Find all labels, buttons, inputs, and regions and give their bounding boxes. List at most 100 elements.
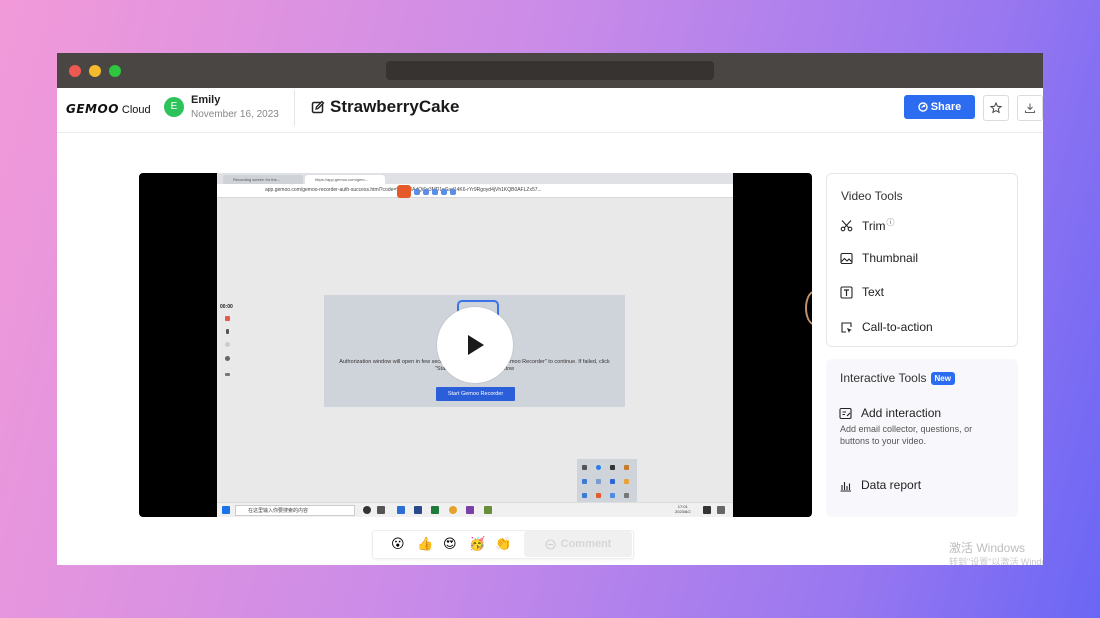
chrome-icon bbox=[449, 506, 457, 514]
play-button[interactable] bbox=[437, 307, 513, 383]
reaction-wow[interactable]: 😮 bbox=[391, 536, 405, 552]
tray-icon bbox=[624, 493, 629, 498]
reaction-clap[interactable]: 👏 bbox=[495, 536, 511, 552]
favorite-button[interactable] bbox=[983, 95, 1009, 121]
tray-icon bbox=[596, 493, 601, 498]
system-tray-popup bbox=[577, 459, 637, 505]
share-label: Share bbox=[930, 101, 962, 113]
extension-icon bbox=[423, 189, 429, 195]
tray-icon bbox=[582, 465, 587, 470]
webcam-icon bbox=[225, 342, 230, 347]
reaction-heart-eyes[interactable]: 😍 bbox=[443, 536, 457, 552]
reaction-party[interactable]: 🥳 bbox=[469, 536, 485, 552]
star-icon bbox=[990, 102, 1002, 114]
recorded-address-bar: app.gemoo.com/gemoo-recorder-auth-succes… bbox=[217, 184, 733, 198]
tool-cta-label: Call-to-action bbox=[862, 320, 933, 334]
share-icon bbox=[918, 102, 928, 112]
scissors-icon bbox=[840, 219, 853, 231]
new-badge: New bbox=[930, 371, 955, 385]
notification-icon bbox=[717, 506, 725, 514]
data-report-label: Data report bbox=[861, 478, 922, 492]
extension-icon bbox=[450, 189, 456, 195]
share-button[interactable]: Share bbox=[904, 95, 975, 119]
tray-icon bbox=[582, 493, 587, 498]
onenote-icon bbox=[466, 506, 474, 514]
tool-call-to-action[interactable]: Call-to-action bbox=[840, 320, 933, 334]
tool-text-label: Text bbox=[862, 285, 885, 299]
tool-thumbnail-label: Thumbnail bbox=[862, 251, 919, 265]
comment-button[interactable]: Comment bbox=[524, 531, 632, 557]
divider bbox=[294, 90, 295, 126]
tool-thumbnail[interactable]: Thumbnail bbox=[840, 251, 918, 265]
tool-trim-label: Trim bbox=[862, 219, 886, 233]
user-name: Emily bbox=[191, 94, 221, 106]
tray-icon bbox=[596, 479, 601, 484]
image-icon bbox=[840, 252, 853, 264]
upload-date: November 16, 2023 bbox=[191, 109, 279, 120]
window-titlebar bbox=[57, 53, 1043, 88]
taskbar-date: 2023/8/2 bbox=[675, 509, 691, 514]
minimize-window-button[interactable] bbox=[89, 65, 101, 77]
pause-icon bbox=[226, 329, 229, 334]
add-interaction-description: Add email collector, questions, or butto… bbox=[840, 424, 973, 446]
extension-icon bbox=[414, 189, 420, 195]
recording-timer: 00:00 bbox=[220, 304, 233, 310]
start-recorder-button: Start Gemoo Recorder bbox=[436, 387, 515, 401]
record-icon bbox=[225, 316, 230, 321]
app-icon bbox=[703, 506, 711, 514]
close-window-button[interactable] bbox=[69, 65, 81, 77]
download-icon bbox=[1024, 103, 1036, 114]
comment-icon bbox=[545, 538, 556, 550]
windows-start-icon bbox=[222, 506, 230, 514]
reaction-thumbs-up[interactable]: 👍 bbox=[417, 536, 433, 552]
app-icon bbox=[484, 506, 492, 514]
gemoo-cloud-logo[interactable]: GEMOO Cloud bbox=[66, 102, 151, 116]
pen-icon bbox=[225, 373, 230, 376]
bar-chart-icon bbox=[840, 481, 851, 492]
interactive-tools-panel: Interactive Tools New Add interaction Ad… bbox=[826, 359, 1018, 517]
url-bar[interactable] bbox=[386, 61, 714, 80]
tray-icon bbox=[624, 479, 629, 484]
excel-icon bbox=[431, 506, 439, 514]
app-icon bbox=[397, 506, 405, 514]
windows-taskbar: 在这里输入你要搜索的内容 17:01 2023/8/2 bbox=[217, 502, 733, 517]
cursor-icon bbox=[841, 321, 852, 333]
tray-icon bbox=[582, 479, 587, 484]
tray-icon bbox=[624, 465, 629, 470]
avatar[interactable]: E bbox=[164, 97, 184, 117]
windows-activation-subtext: 转到"设置"以激活 Windo bbox=[949, 557, 1043, 565]
extension-icon bbox=[432, 189, 438, 195]
info-icon[interactable]: ⓘ bbox=[887, 218, 895, 227]
browser-window: GEMOO Cloud E Emily November 16, 2023 St… bbox=[57, 53, 1043, 565]
add-interaction-button[interactable]: Add interaction bbox=[839, 406, 941, 420]
extension-icon bbox=[441, 189, 447, 195]
edit-icon[interactable] bbox=[311, 100, 325, 114]
delete-icon bbox=[225, 356, 230, 361]
data-report-button[interactable]: Data report bbox=[839, 478, 921, 492]
tray-icon bbox=[610, 465, 615, 470]
recorded-tab-1: Recording screen for the... bbox=[223, 175, 303, 184]
video-player[interactable]: Recording screen for the... https://app.… bbox=[139, 173, 812, 517]
interactive-tools-title: Interactive Tools New bbox=[840, 371, 955, 385]
download-button[interactable] bbox=[1017, 95, 1043, 121]
tool-text[interactable]: Text bbox=[840, 285, 884, 299]
recorded-browser-tabs: Recording screen for the... https://app.… bbox=[217, 173, 733, 184]
logo-suffix: Cloud bbox=[121, 104, 151, 116]
taskbar-search: 在这里输入你要搜索的内容 bbox=[235, 505, 355, 516]
page-header: GEMOO Cloud E Emily November 16, 2023 St… bbox=[57, 88, 1043, 133]
tool-trim[interactable]: Trimⓘ bbox=[840, 217, 895, 233]
windows-activation-watermark: 激活 Windows bbox=[949, 541, 1026, 555]
maximize-window-button[interactable] bbox=[109, 65, 121, 77]
cortana-icon bbox=[363, 506, 371, 514]
add-interaction-label: Add interaction bbox=[861, 406, 942, 420]
app-icon bbox=[414, 506, 422, 514]
video-tools-panel: Video Tools Trimⓘ Thumbnail Text Call-to… bbox=[826, 173, 1018, 347]
gemoo-extension-icon bbox=[397, 185, 411, 198]
logo-word: GEMOO bbox=[66, 102, 119, 116]
video-tools-title: Video Tools bbox=[841, 189, 903, 203]
recorded-extensions bbox=[397, 185, 456, 198]
text-icon bbox=[840, 285, 853, 299]
taskbar-clock: 17:01 2023/8/2 bbox=[675, 504, 691, 514]
play-icon bbox=[468, 335, 484, 355]
video-title[interactable]: StrawberryCake bbox=[330, 97, 459, 117]
